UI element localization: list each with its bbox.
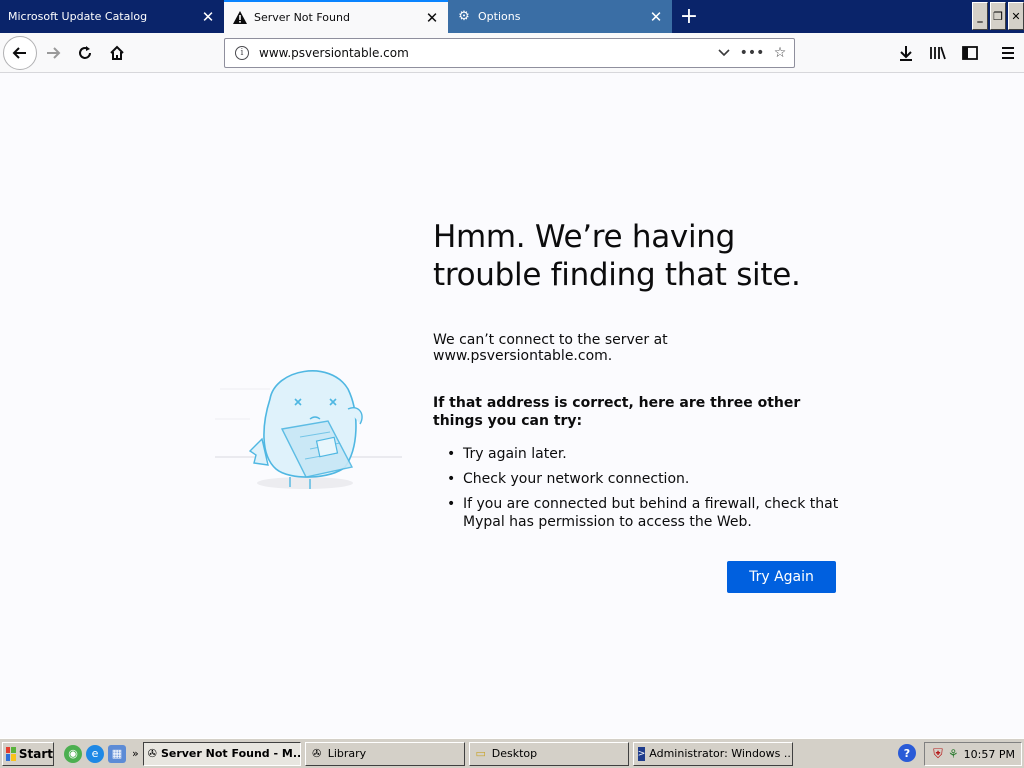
navigation-bar: i ••• ☆: [0, 33, 1024, 73]
tab-strip: Microsoft Update Catalog ✕ Server Not Fo…: [0, 0, 1024, 33]
home-icon: [110, 45, 124, 60]
windows-logo-icon: [6, 746, 16, 761]
new-tab-button[interactable]: +: [672, 0, 706, 33]
taskbar-item-desktop[interactable]: ▭ Desktop: [468, 741, 629, 766]
menu-button[interactable]: [992, 37, 1024, 69]
tab-label: Microsoft Update Catalog: [8, 10, 148, 23]
url-input[interactable]: [259, 46, 710, 60]
gear-icon: ⚙: [458, 9, 470, 24]
minimize-button[interactable]: _: [972, 2, 988, 30]
downloads-button[interactable]: [890, 37, 922, 69]
error-illustration: [210, 359, 405, 494]
page-content: Hmm. We’re having trouble finding that s…: [0, 74, 1024, 738]
internet-explorer-icon[interactable]: e: [86, 744, 104, 763]
list-item: If you are connected but behind a firewa…: [447, 495, 843, 531]
warning-icon: [232, 10, 248, 26]
list-item: Check your network connection.: [447, 470, 843, 488]
library-button[interactable]: [922, 37, 954, 69]
close-icon[interactable]: ✕: [648, 8, 664, 26]
start-label: Start: [18, 746, 53, 761]
taskbar-item-label: Library: [327, 747, 367, 760]
taskbar-item-administrator-windows[interactable]: > Administrator: Windows ...: [632, 741, 793, 766]
bookmark-star-icon[interactable]: ☆: [766, 39, 794, 67]
hamburger-menu-icon: [1002, 47, 1014, 59]
close-window-button[interactable]: ✕: [1008, 2, 1024, 30]
forward-button[interactable]: [37, 37, 69, 69]
url-bar[interactable]: i ••• ☆: [224, 38, 795, 68]
tab-label: Options: [478, 10, 521, 23]
system-tray: ⛨ ⚘ 10:57 PM: [924, 742, 1022, 766]
toolbar-right: [890, 37, 1024, 69]
suggestion-list: Try again later. Check your network conn…: [433, 445, 843, 531]
clock[interactable]: 10:57 PM: [964, 748, 1015, 761]
window-controls: _ ❐ ✕: [972, 2, 1024, 30]
reload-button[interactable]: [69, 37, 101, 69]
error-description: We can’t connect to the server at www.ps…: [433, 332, 668, 364]
restore-button[interactable]: ❐: [990, 2, 1006, 30]
arrow-left-icon: [12, 46, 26, 59]
sidebar-button[interactable]: [954, 37, 986, 69]
page-actions-icon[interactable]: •••: [738, 39, 766, 67]
powershell-icon: >: [637, 746, 646, 761]
library-window-icon: ✇: [312, 747, 322, 760]
start-button[interactable]: Start: [2, 741, 54, 766]
sidebar-icon: [962, 46, 978, 60]
tab-server-not-found[interactable]: Server Not Found ✕: [224, 0, 448, 33]
error-subheading: If that address is correct, here are thr…: [433, 395, 801, 429]
list-item: Try again later.: [447, 445, 843, 463]
close-icon[interactable]: ✕: [424, 9, 440, 27]
home-button[interactable]: [101, 37, 133, 69]
browser-icon: ✇: [147, 747, 157, 760]
chevron-down-icon[interactable]: [710, 39, 738, 67]
try-again-button[interactable]: Try Again: [727, 561, 836, 593]
tab-microsoft-update-catalog[interactable]: Microsoft Update Catalog ✕: [0, 0, 224, 33]
taskbar-item-library[interactable]: ✇ Library: [304, 741, 465, 766]
close-icon[interactable]: ✕: [200, 8, 216, 26]
taskbar-item-label: Desktop: [491, 747, 538, 760]
confused-monster-icon: [215, 370, 402, 489]
folder-icon: ▭: [475, 747, 486, 760]
network-icon[interactable]: ⚘: [948, 747, 959, 761]
browser-launch-icon[interactable]: ◉: [64, 744, 82, 763]
error-title: Hmm. We’re having trouble finding that s…: [433, 219, 801, 293]
tab-label: Server Not Found: [254, 11, 350, 24]
chevron-right-icon[interactable]: »: [132, 747, 139, 760]
reload-icon: [79, 45, 91, 59]
taskbar-item-server-not-found[interactable]: ✇ Server Not Found - M...: [142, 741, 301, 766]
arrow-right-icon: [47, 46, 61, 59]
info-icon[interactable]: i: [235, 46, 249, 60]
back-button[interactable]: [3, 35, 37, 70]
help-icon[interactable]: ?: [898, 744, 916, 762]
taskbar-item-label: Administrator: Windows ...: [649, 747, 793, 760]
quick-launch: ◉ e ▦: [64, 744, 126, 763]
windows-taskbar: Start ◉ e ▦ » ✇ Server Not Found - M... …: [0, 738, 1024, 768]
shield-icon[interactable]: ⛨: [933, 747, 943, 762]
tab-options[interactable]: ⚙ Options ✕: [448, 0, 672, 33]
download-icon: [900, 46, 912, 61]
show-desktop-icon[interactable]: ▦: [108, 744, 126, 763]
error-container: Hmm. We’re having trouble finding that s…: [433, 218, 843, 538]
library-icon: [930, 46, 946, 60]
taskbar-item-label: Server Not Found - M...: [160, 747, 301, 760]
